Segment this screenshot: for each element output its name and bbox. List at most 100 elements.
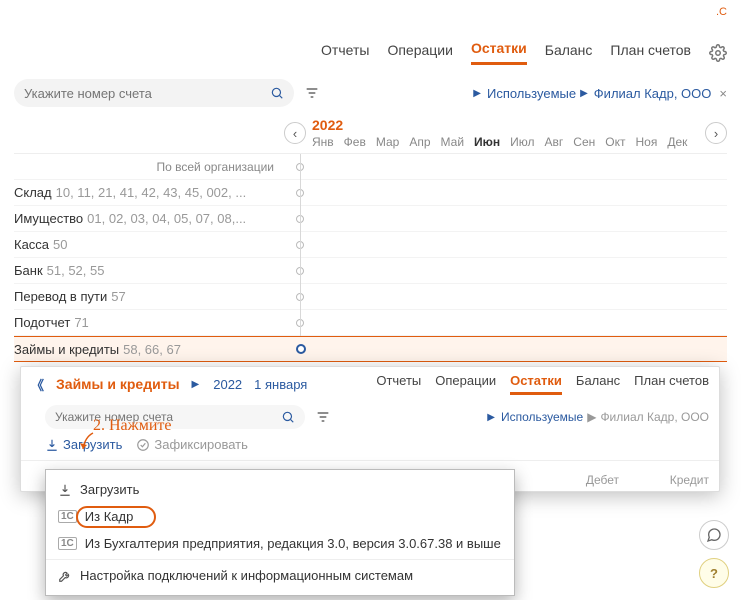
ptab-operations[interactable]: Операции	[435, 373, 496, 395]
month[interactable]: Май	[441, 135, 465, 149]
row-codes: 71	[74, 315, 88, 330]
menu-load[interactable]: Загрузить	[46, 476, 514, 503]
panel-search-wrap[interactable]	[45, 405, 305, 429]
list-item-selected[interactable]: Займы и кредиты58, 66, 67 1. Выберите	[14, 336, 727, 362]
indicator: .C	[716, 6, 727, 18]
fix-button[interactable]: Зафиксировать	[136, 437, 248, 452]
month[interactable]: Сен	[573, 135, 595, 149]
org-label: По всей организации	[14, 160, 284, 174]
panel-tabs: Отчеты Операции Остатки Баланс План счет…	[376, 373, 709, 395]
annotation-arrow-icon	[79, 431, 97, 453]
panel-header: 《 Займы и кредиты ▶ 2022 1 января Отчеты…	[21, 367, 719, 401]
month[interactable]: Ноя	[635, 135, 657, 149]
help-button[interactable]: ?	[699, 558, 729, 588]
next-year-button[interactable]: ›	[705, 122, 727, 144]
search-icon[interactable]	[281, 410, 295, 424]
wrench-icon	[58, 569, 72, 583]
chevron-right-icon: ▶	[192, 379, 200, 390]
1c-icon: 1C	[58, 537, 77, 550]
panel-year[interactable]: 2022	[213, 377, 242, 392]
download-icon	[45, 438, 59, 452]
detail-panel: 《 Займы и кредиты ▶ 2022 1 января Отчеты…	[20, 366, 720, 492]
close-icon[interactable]: ×	[719, 86, 727, 101]
row-codes: 58, 66, 67	[123, 342, 181, 357]
menu-label: Из Кадр	[85, 509, 134, 524]
row-codes: 01, 02, 03, 04, 05, 07, 08,...	[87, 211, 246, 226]
tab-balances[interactable]: Остатки	[471, 40, 527, 65]
annotation-2: 2. Нажмите	[93, 417, 172, 435]
list-item[interactable]: Склад10, 11, 21, 41, 42, 43, 45, 002, ..…	[14, 180, 727, 206]
prev-year-button[interactable]: ‹	[284, 122, 306, 144]
accounts-list: По всей организации Склад10, 11, 21, 41,…	[0, 154, 741, 362]
month[interactable]: Янв	[312, 135, 334, 149]
chat-button[interactable]	[699, 520, 729, 550]
row-codes: 50	[53, 237, 67, 252]
chat-icon	[706, 527, 722, 543]
1c-icon: 1C	[58, 510, 77, 523]
top-tabs: Отчеты Операции Остатки Баланс План счет…	[0, 0, 741, 73]
filter-icon[interactable]	[315, 409, 331, 425]
org-row: По всей организации	[14, 154, 727, 180]
check-circle-icon	[136, 438, 150, 452]
menu-label: Загрузить	[80, 482, 139, 497]
crumb-used[interactable]: Используемые	[487, 86, 576, 101]
menu-label: Настройка подключений к информационным с…	[80, 568, 413, 583]
chevron-right-icon: ▶	[587, 410, 596, 424]
year-label: 2022	[312, 117, 705, 133]
panel-date[interactable]: 1 января	[254, 377, 307, 392]
month[interactable]: Дек	[667, 135, 687, 149]
months-row: Янв Фев Мар Апр Май Июн Июл Авг Сен Окт …	[312, 135, 705, 149]
row-name: Банк	[14, 263, 43, 278]
month[interactable]: Мар	[376, 135, 399, 149]
tab-operations[interactable]: Операции	[387, 42, 453, 64]
tab-chart-of-accounts[interactable]: План счетов	[610, 42, 691, 64]
list-item[interactable]: Имущество 01, 02, 03, 04, 05, 07, 08,...	[14, 206, 727, 232]
ptab-balances[interactable]: Остатки	[510, 373, 562, 395]
breadcrumb: ▶ Используемые ▶ Филиал Кадр, ООО ×	[473, 86, 727, 101]
month[interactable]: Фев	[344, 135, 366, 149]
menu-settings[interactable]: Настройка подключений к информационным с…	[46, 562, 514, 589]
month[interactable]: Июл	[510, 135, 534, 149]
month[interactable]: Авг	[545, 135, 564, 149]
month[interactable]: Апр	[409, 135, 430, 149]
list-item[interactable]: Перевод в пути57	[14, 284, 727, 310]
month-current[interactable]: Июн	[474, 135, 500, 149]
panel-crumb-branch: Филиал Кадр, ООО	[600, 410, 709, 424]
panel-actions: 2. Нажмите Загрузить Зафиксировать	[21, 433, 719, 460]
back-button[interactable]: 《	[31, 375, 44, 394]
tab-reports[interactable]: Отчеты	[321, 42, 369, 64]
gear-icon[interactable]	[709, 44, 727, 62]
search-icon[interactable]	[270, 86, 284, 100]
chevron-right-icon: ▶	[473, 88, 481, 99]
list-item[interactable]: Банк51, 52, 55	[14, 258, 727, 284]
list-item[interactable]: Подотчет 71	[14, 310, 727, 336]
dropdown-menu: Загрузить 1C Из Кадр 1C Из Бухгалтерия п…	[45, 469, 515, 596]
ptab-balance[interactable]: Баланс	[576, 373, 620, 395]
ptab-chart[interactable]: План счетов	[634, 373, 709, 395]
ptab-reports[interactable]: Отчеты	[376, 373, 421, 395]
chevron-right-icon: ▶	[487, 412, 495, 423]
menu-from-buh[interactable]: 1C Из Бухгалтерия предприятия, редакция …	[46, 530, 514, 557]
row-name: Касса	[14, 237, 49, 252]
row-name: Подотчет	[14, 315, 70, 330]
year-bar: ‹ 2022 Янв Фев Мар Апр Май Июн Июл Авг С…	[0, 113, 741, 149]
timeline-dot-selected[interactable]	[296, 344, 306, 354]
menu-from-kadr[interactable]: 1C Из Кадр	[46, 503, 514, 530]
col-debit: Дебет	[529, 473, 619, 487]
list-item[interactable]: Касса 50	[14, 232, 727, 258]
filter-icon[interactable]	[304, 85, 320, 101]
row-name: Займы и кредиты	[14, 342, 119, 357]
row-codes: 57	[111, 289, 125, 304]
panel-crumb-used[interactable]: Используемые	[501, 410, 583, 424]
search-input[interactable]	[24, 86, 270, 101]
tab-balance[interactable]: Баланс	[545, 42, 593, 64]
panel-breadcrumb: ▶ Используемые ▶ Филиал Кадр, ООО	[487, 410, 709, 424]
search-input-wrap[interactable]	[14, 79, 294, 107]
download-icon	[58, 483, 72, 497]
month[interactable]: Окт	[605, 135, 625, 149]
filter-bar: ▶ Используемые ▶ Филиал Кадр, ООО ×	[0, 73, 741, 113]
menu-label: Из Бухгалтерия предприятия, редакция 3.0…	[85, 536, 501, 551]
row-name: Склад	[14, 185, 52, 200]
row-name: Имущество	[14, 211, 83, 226]
crumb-branch[interactable]: Филиал Кадр, ООО	[594, 86, 712, 101]
